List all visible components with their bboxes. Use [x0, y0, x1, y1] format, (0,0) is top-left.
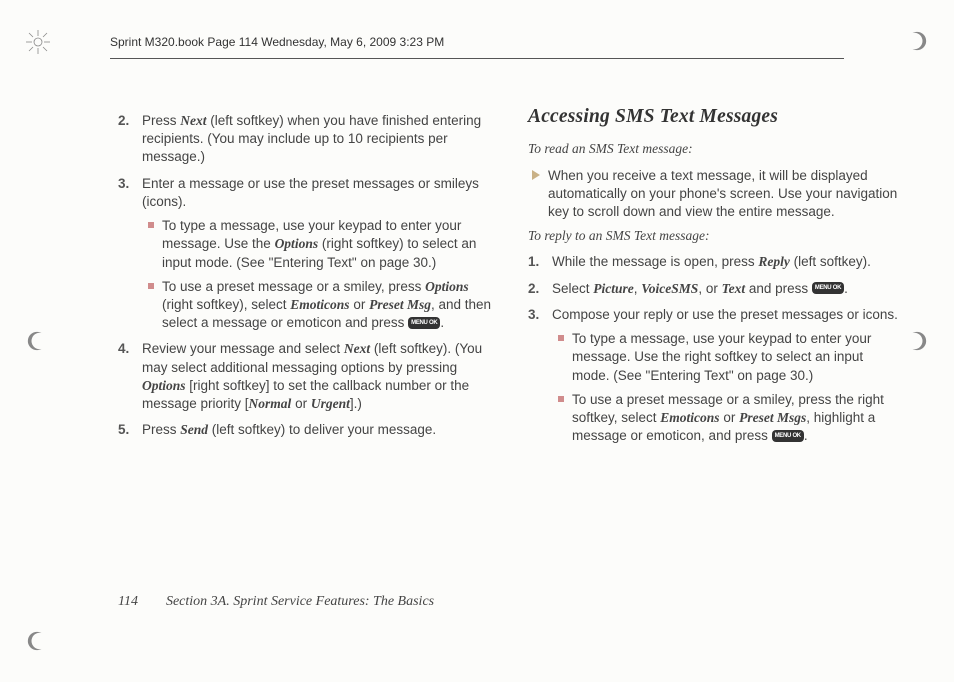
bullet: To type a message, use your keypad to en…: [162, 217, 494, 272]
crop-ornament-icon: [906, 30, 928, 52]
document-header: Sprint M320.book Page 114 Wednesday, May…: [110, 34, 444, 50]
crop-ornament-icon: [26, 330, 48, 352]
step-1: While the message is open, press Reply (…: [546, 253, 904, 271]
step-3: Compose your reply or use the preset mes…: [546, 306, 904, 446]
step-2: Select Picture, VoiceSMS, or Text and pr…: [546, 280, 904, 298]
tri-bullet: When you receive a text message, it will…: [548, 167, 904, 222]
bullet: To type a message, use your keypad to en…: [572, 330, 904, 385]
page-number: 114: [118, 593, 138, 612]
left-steps: Press Next (left softkey) when you have …: [118, 112, 494, 440]
bullet: To use a preset message or a smiley, pre…: [572, 391, 904, 446]
section-title: Accessing SMS Text Messages: [528, 104, 904, 130]
page-body: Press Next (left softkey) when you have …: [118, 104, 904, 612]
page-footer: 114 Section 3A. Sprint Service Features:…: [118, 593, 434, 612]
step-4: Review your message and select Next (lef…: [136, 340, 494, 413]
step-5: Press Send (left softkey) to deliver you…: [136, 421, 494, 439]
section-label: Section 3A. Sprint Service Features: The…: [166, 593, 434, 612]
bullet: To use a preset message or a smiley, pre…: [162, 278, 494, 333]
menu-ok-key-icon: MENU OK: [812, 282, 844, 294]
left-column: Press Next (left softkey) when you have …: [118, 104, 494, 612]
subhead: To read an SMS Text message:: [528, 140, 904, 158]
menu-ok-key-icon: MENU OK: [772, 430, 804, 442]
right-column: Accessing SMS Text Messages To read an S…: [528, 104, 904, 612]
right-steps: While the message is open, press Reply (…: [528, 253, 904, 445]
crop-ornament-icon: [906, 330, 928, 352]
crop-ornament-icon: [26, 630, 48, 652]
step-3: Enter a message or use the preset messag…: [136, 175, 494, 333]
crop-ornament-icon: [26, 30, 50, 54]
subhead: To reply to an SMS Text message:: [528, 227, 904, 245]
header-rule: [110, 58, 844, 59]
menu-ok-key-icon: MENU OK: [408, 317, 440, 329]
step-2: Press Next (left softkey) when you have …: [136, 112, 494, 167]
